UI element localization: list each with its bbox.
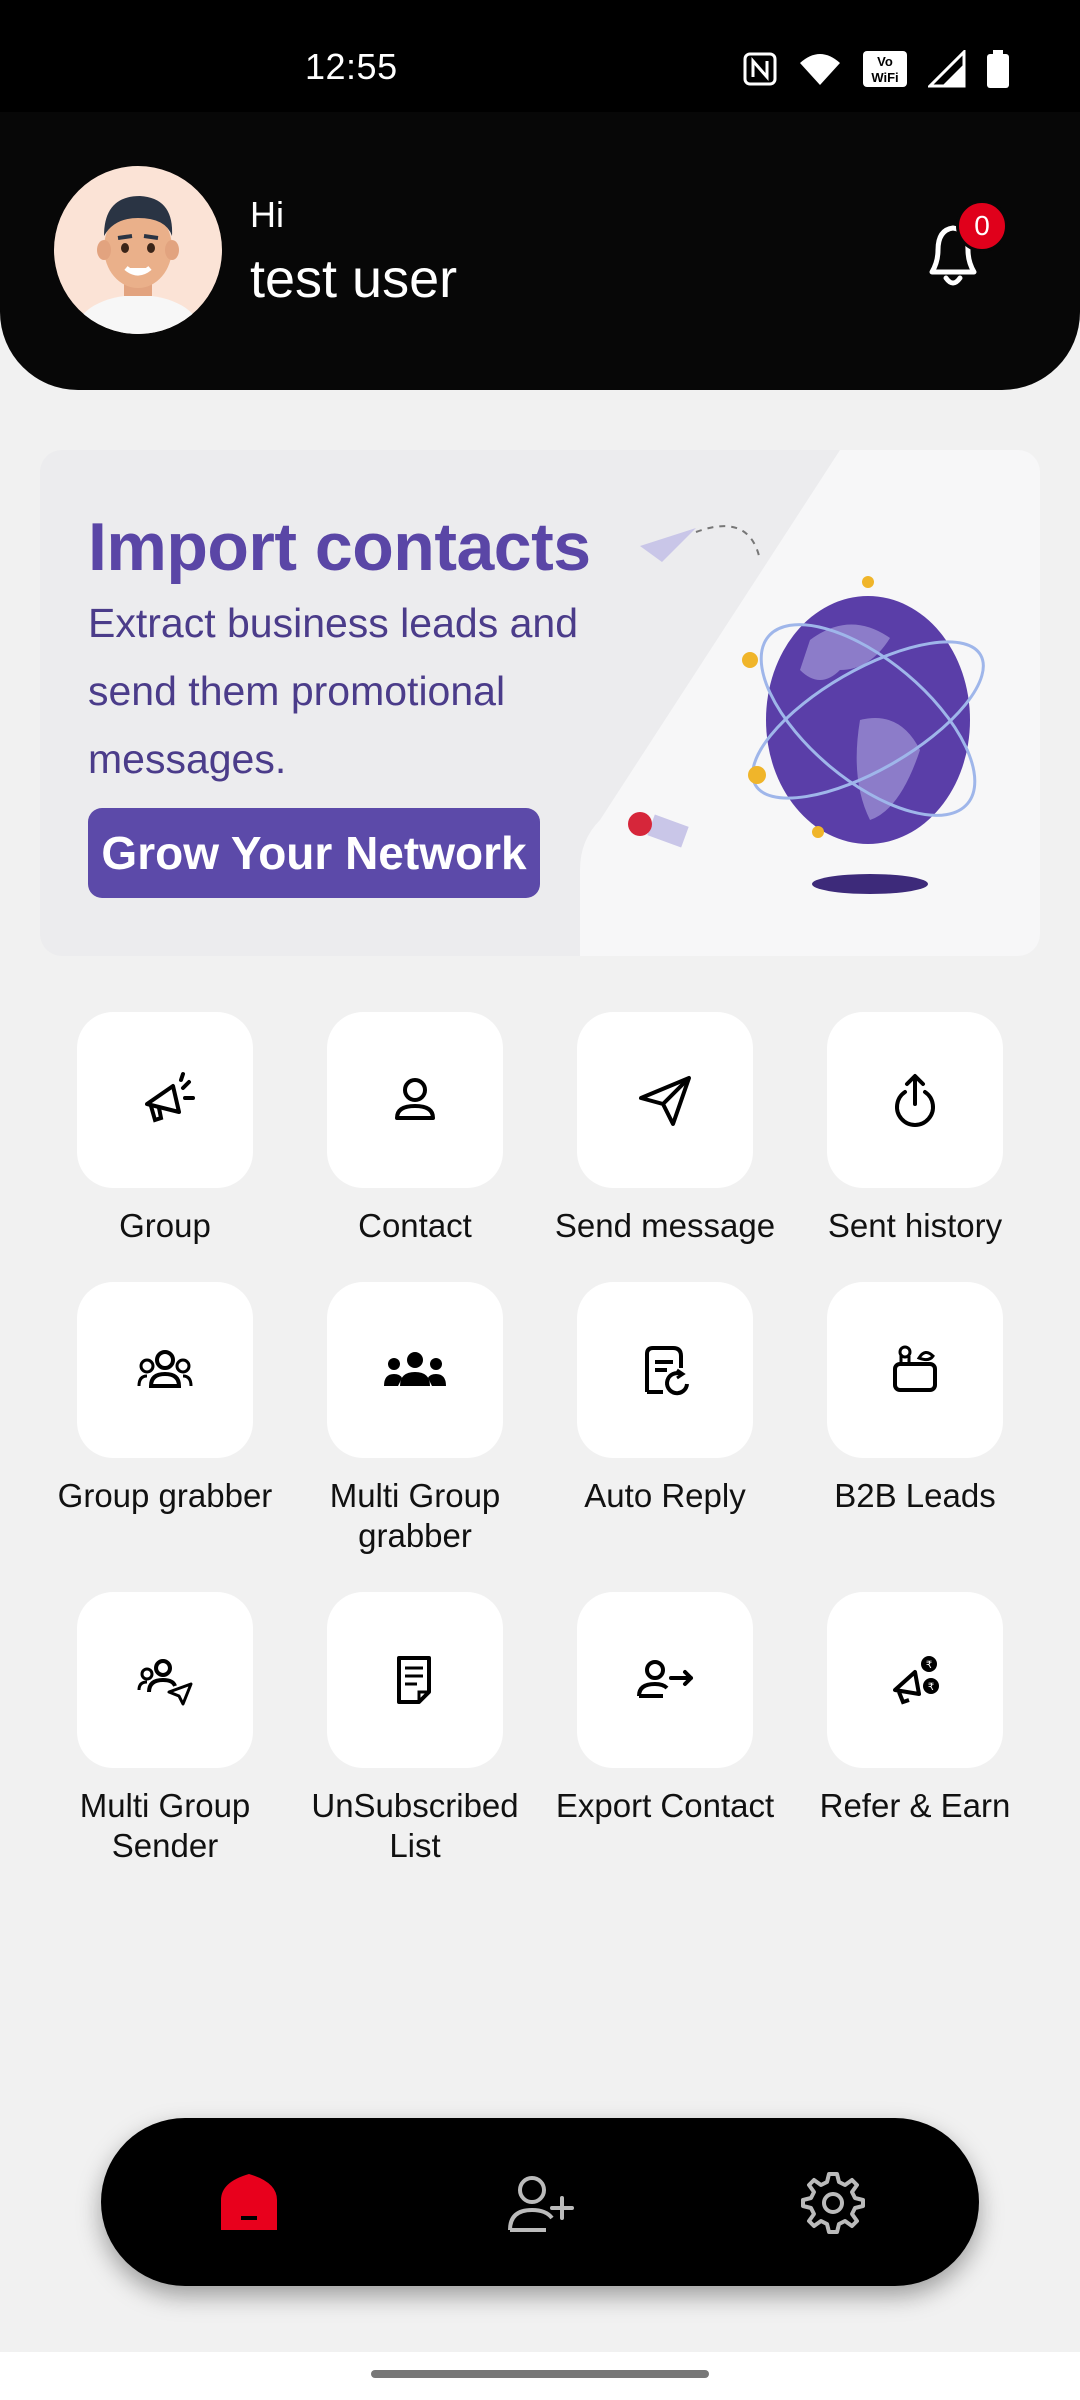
greeting-text: Hi	[250, 194, 284, 235]
tile-multi-group-grabber[interactable]: Multi Group grabber	[290, 1282, 540, 1556]
tile-contact[interactable]: Contact	[290, 1012, 540, 1246]
banner-line-2: send them promotional	[88, 668, 506, 714]
tile-send-message-box[interactable]	[577, 1012, 753, 1188]
status-bar: 12:55 Vo WiFi	[0, 0, 1080, 112]
status-time: 12:55	[305, 46, 398, 87]
tile-group[interactable]: Group	[40, 1012, 290, 1246]
tile-unsubscribed-list[interactable]: UnSubscribed List	[290, 1592, 540, 1866]
status-icons: Vo WiFi	[742, 50, 1010, 88]
tile-label-line-1: Multi Group	[329, 1477, 501, 1514]
group-send-icon	[137, 1659, 193, 1706]
tile-b2b-leads-box[interactable]	[827, 1282, 1003, 1458]
document-icon	[397, 1656, 431, 1704]
svg-text:₹: ₹	[926, 1660, 932, 1671]
globe-illustration-icon	[628, 525, 985, 894]
home-icon	[221, 2174, 277, 2230]
tile-label: Group grabber	[57, 1477, 273, 1514]
import-contacts-banner[interactable]: Import contacts Extract business leads a…	[40, 450, 1040, 956]
tile-label: B2B Leads	[834, 1477, 996, 1514]
tile-multi-group-grabber-box[interactable]	[327, 1282, 503, 1458]
briefcase-icon	[893, 1345, 937, 1392]
tile-label: Group	[119, 1207, 211, 1244]
tile-label-line-2: grabber	[358, 1517, 472, 1554]
refer-icon: ₹₹	[893, 1656, 939, 1705]
tile-group-grabber[interactable]: Group grabber	[40, 1282, 290, 1516]
home-indicator[interactable]	[371, 2370, 709, 2378]
tile-label-line-2: List	[389, 1827, 441, 1864]
nav-settings[interactable]	[793, 2162, 873, 2242]
bottom-nav	[101, 2118, 979, 2286]
tile-send-message[interactable]: Send message	[540, 1012, 790, 1246]
history-icon	[895, 1074, 935, 1127]
person-icon	[395, 1078, 435, 1120]
group-icon	[137, 1350, 193, 1388]
tile-export-contact-box[interactable]	[577, 1592, 753, 1768]
signal-icon	[928, 50, 966, 88]
tile-group-box[interactable]	[77, 1012, 253, 1188]
export-contact-icon	[637, 1660, 693, 1698]
tile-label-line-1: UnSubscribed	[311, 1787, 519, 1824]
tile-multi-group-sender-box[interactable]	[77, 1592, 253, 1768]
multi-group-icon	[384, 1352, 446, 1386]
tile-label: Auto Reply	[584, 1477, 746, 1514]
nav-home[interactable]	[209, 2162, 289, 2242]
tile-unsubscribed-list-box[interactable]	[327, 1592, 503, 1768]
tile-label-line-1: Multi Group	[79, 1787, 251, 1824]
tile-label: Refer & Earn	[819, 1787, 1011, 1824]
tile-refer-earn-box[interactable]: ₹ ₹	[827, 1592, 1003, 1768]
tile-refer-earn[interactable]: ₹ ₹ Refer & Earn	[790, 1592, 1040, 1826]
header: Hi test user 0	[0, 112, 1080, 390]
add-user-icon	[508, 2176, 574, 2232]
settings-icon	[801, 2172, 865, 2234]
tile-group-grabber-box[interactable]	[77, 1282, 253, 1458]
tile-label: Contact	[358, 1207, 472, 1244]
tile-label: Sent history	[827, 1207, 1003, 1244]
tile-auto-reply-box[interactable]	[577, 1282, 753, 1458]
auto-reply-icon	[645, 1346, 689, 1396]
banner-title: Import contacts	[88, 509, 591, 585]
wifi-icon	[800, 54, 840, 85]
nav-add-user[interactable]	[501, 2162, 581, 2242]
tile-label: Send message	[554, 1207, 776, 1244]
username-text: test user	[250, 249, 458, 309]
tile-multi-group-sender[interactable]: Multi Group Sender	[40, 1592, 290, 1866]
tile-b2b-leads[interactable]: B2B Leads	[790, 1282, 1040, 1516]
nfc-icon	[743, 52, 777, 86]
avatar[interactable]	[54, 166, 222, 334]
grow-network-button[interactable]: Grow Your Network	[88, 808, 540, 898]
tile-label-line-2: Sender	[111, 1827, 219, 1864]
notification-badge: 0	[956, 200, 1008, 252]
tile-label: Export Contact	[555, 1787, 775, 1824]
banner-line-1: Extract business leads and	[88, 600, 578, 646]
megaphone-icon	[145, 1072, 195, 1123]
svg-text:₹: ₹	[928, 1682, 934, 1693]
tile-export-contact[interactable]: Export Contact	[540, 1592, 790, 1826]
paper-plane-icon	[639, 1076, 691, 1126]
vowifi-icon: VoWiFi	[863, 51, 907, 87]
svg-text:Vo: Vo	[877, 54, 893, 69]
tile-contact-box[interactable]	[327, 1012, 503, 1188]
tile-sent-history[interactable]: Sent history	[790, 1012, 1040, 1246]
tile-auto-reply[interactable]: Auto Reply	[540, 1282, 790, 1516]
svg-text:WiFi: WiFi	[871, 70, 898, 85]
banner-line-3: messages.	[88, 736, 287, 782]
avatar-illustration-icon	[76, 196, 200, 334]
battery-icon	[987, 50, 1009, 88]
tile-sent-history-box[interactable]	[827, 1012, 1003, 1188]
